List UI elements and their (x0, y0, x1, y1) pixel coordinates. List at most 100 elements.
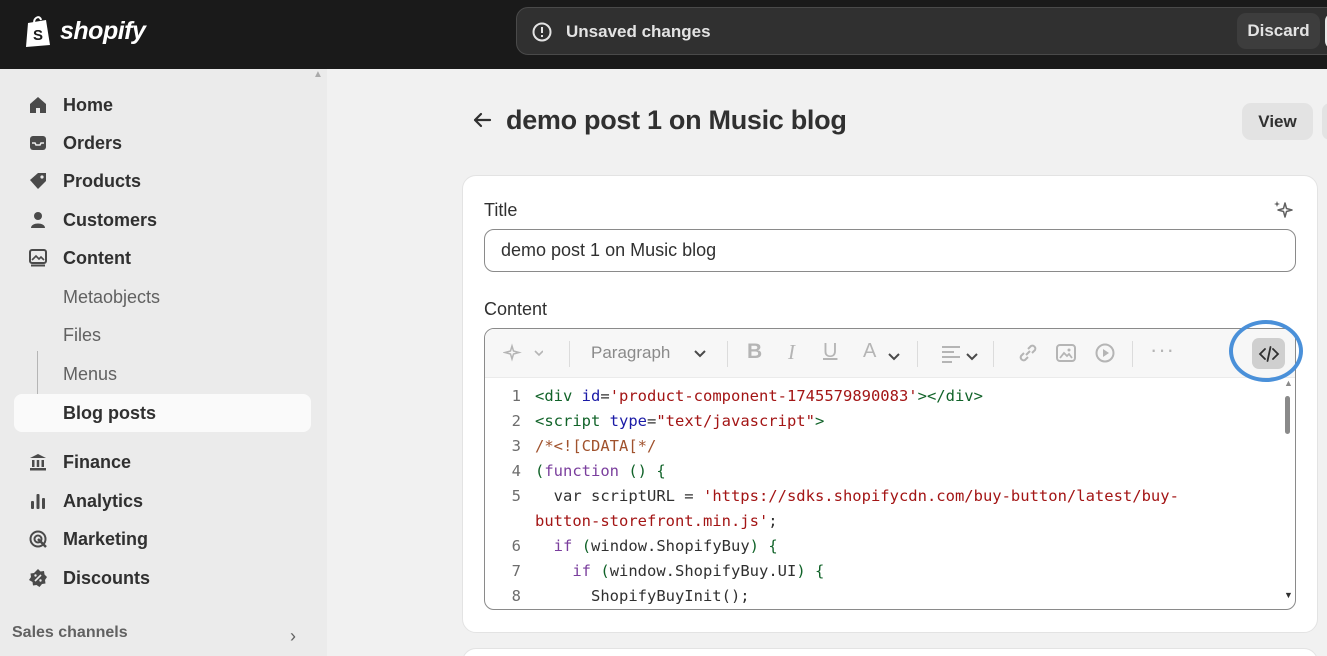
code-scrollbar[interactable]: ▲ ▼ (1281, 378, 1295, 609)
shopify-logo[interactable]: S shopify (24, 14, 146, 48)
line-number: 5 (511, 487, 521, 505)
sidebar-item-blog-posts[interactable]: Blog posts (14, 394, 311, 432)
sidebar-scroll-up-icon[interactable]: ▲ (313, 69, 323, 80)
sidebar-item-label: Analytics (63, 491, 144, 511)
brand-name: shopify (60, 16, 146, 45)
code-text: <script type="text/javascript"> (535, 412, 825, 430)
sidebar-item-finance[interactable]: Finance (14, 443, 311, 481)
svg-text:S: S (33, 27, 43, 44)
sidebar-item-analytics[interactable]: Analytics (14, 482, 311, 520)
align-icon[interactable] (940, 341, 964, 365)
sales-channels-heading[interactable]: Sales channels (12, 624, 128, 642)
discount-icon (29, 569, 47, 587)
sidebar-item-customers[interactable]: Customers (14, 201, 311, 239)
bold-icon[interactable]: B (747, 340, 762, 364)
scroll-down-icon[interactable]: ▼ (1284, 590, 1293, 600)
line-number: 4 (511, 462, 521, 480)
page-title: demo post 1 on Music blog (506, 105, 847, 135)
more-icon[interactable]: ··· (1150, 337, 1175, 362)
html-code-view[interactable]: 1 <div id='product-component-174557989008… (485, 378, 1280, 609)
toolbar-divider (569, 341, 570, 367)
code-text: button-storefront.min.js'; (535, 512, 778, 530)
sidebar-item-label: Files (63, 325, 102, 345)
sidebar-item-label: Discounts (63, 568, 151, 588)
sidebar-item-label: Finance (63, 452, 132, 472)
code-text: var scriptURL = 'https://sdks.shopifycdn… (535, 487, 1179, 505)
line-number: 6 (511, 537, 521, 555)
insert-image-icon[interactable] (1054, 341, 1078, 365)
view-button[interactable]: View (1242, 103, 1313, 140)
toolbar-divider (1132, 341, 1133, 367)
line-number: 7 (511, 562, 521, 580)
chevron-down-icon[interactable] (693, 344, 707, 364)
editor-toolbar: Paragraph B I U A ··· (485, 329, 1295, 378)
highlight-ring (1229, 320, 1303, 382)
sidebar: ▲ Home Orders Products Customers Content… (0, 69, 327, 656)
sidebar-item-label: Menus (63, 364, 118, 384)
bank-icon (30, 454, 46, 471)
back-arrow-icon[interactable] (470, 108, 494, 132)
code-text: (function () { (535, 462, 666, 480)
title-input[interactable]: demo post 1 on Music blog (484, 229, 1296, 272)
line-number: 8 (511, 587, 521, 605)
image-icon (29, 249, 47, 267)
sidebar-item-label: Home (63, 95, 114, 115)
toolbar-divider (917, 341, 918, 367)
sidebar-item-label: Blog posts (63, 403, 156, 423)
home-icon (30, 97, 46, 113)
content-label: Content (484, 299, 548, 319)
unsaved-changes-bar: Unsaved changes Discard (516, 7, 1327, 55)
sidebar-item-orders[interactable]: Orders (14, 124, 311, 162)
code-text: ShopifyBuyInit(); (535, 587, 750, 605)
alert-circle-icon (532, 22, 552, 42)
sidebar-item-content[interactable]: Content (14, 239, 311, 277)
code-text: if (window.ShopifyBuy) { (553, 537, 778, 555)
text-color-icon[interactable]: A (863, 340, 876, 364)
scroll-up-icon[interactable]: ▲ (1284, 378, 1293, 388)
sidebar-item-marketing[interactable]: Marketing (14, 520, 311, 558)
more-actions-button[interactable] (1322, 103, 1327, 140)
top-bar: S shopify Unsaved changes Discard (0, 0, 1327, 69)
insert-video-icon[interactable] (1093, 341, 1117, 365)
link-icon[interactable] (1016, 341, 1040, 365)
shopify-bag-icon: S (26, 16, 50, 47)
bar-chart-icon (31, 494, 45, 509)
inbox-icon (30, 136, 46, 150)
next-card (462, 648, 1318, 656)
person-icon (31, 212, 45, 228)
target-icon (29, 530, 47, 548)
sidebar-item-label: Content (63, 248, 131, 268)
sidebar-item-label: Marketing (63, 529, 149, 549)
italic-icon[interactable]: I (788, 340, 795, 364)
code-text: <div id='product-component-1745579890083… (535, 387, 983, 405)
sidebar-item-label: Products (63, 171, 142, 191)
sidebar-item-menus[interactable]: Menus (14, 355, 311, 393)
sidebar-item-discounts[interactable]: Discounts (14, 559, 311, 597)
chevron-down-icon[interactable] (887, 345, 901, 369)
sidebar-item-home[interactable]: Home (14, 86, 311, 124)
line-number: 1 (511, 387, 521, 405)
sidebar-item-label: Metaobjects (63, 287, 161, 307)
title-label: Title (484, 200, 518, 220)
sidebar-item-label: Customers (63, 210, 158, 230)
toolbar-divider (727, 341, 728, 367)
tag-icon (30, 173, 46, 189)
underline-icon[interactable]: U (823, 340, 837, 364)
content-editor[interactable]: Paragraph B I U A ··· 1 <div id='product-… (484, 328, 1296, 610)
paragraph-style-select[interactable]: Paragraph (591, 343, 670, 363)
toolbar-divider (993, 341, 994, 367)
sparkle-icon[interactable] (1272, 199, 1294, 221)
sidebar-item-metaobjects[interactable]: Metaobjects (14, 278, 311, 316)
sidebar-item-files[interactable]: Files (14, 316, 311, 354)
chevron-down-icon[interactable] (965, 345, 979, 369)
sidebar-item-products[interactable]: Products (14, 162, 311, 200)
scroll-thumb[interactable] (1285, 396, 1290, 434)
unsaved-changes-text: Unsaved changes (566, 22, 711, 41)
code-text: /*<![CDATA[*/ (535, 437, 657, 455)
line-number: 3 (511, 437, 521, 455)
discard-button[interactable]: Discard (1237, 13, 1320, 49)
code-text: if (window.ShopifyBuy.UI) { (572, 562, 825, 580)
line-number: 2 (511, 412, 521, 430)
chevron-right-icon[interactable]: › (290, 626, 296, 647)
ai-sparkle-icon[interactable] (503, 341, 543, 365)
